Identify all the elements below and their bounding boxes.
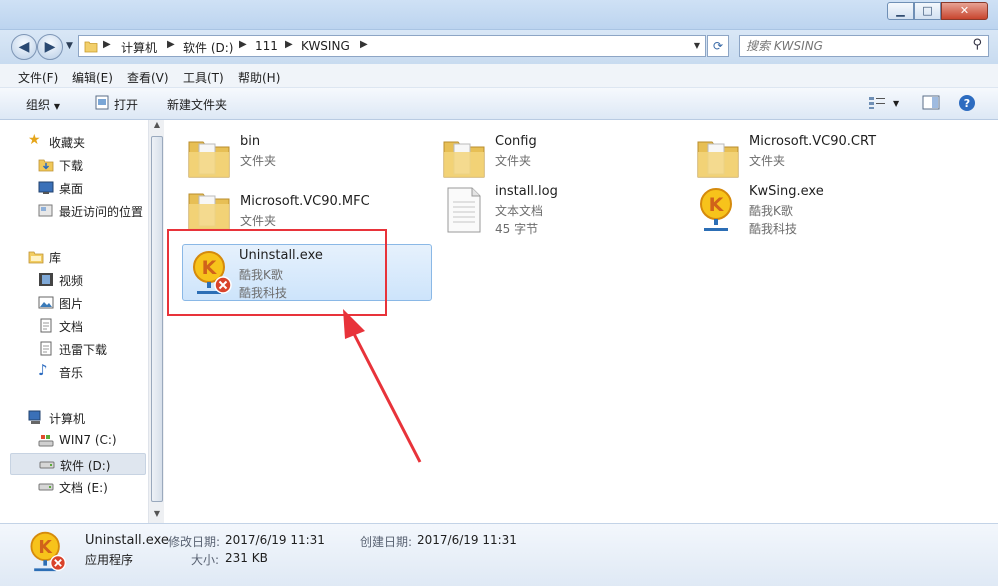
details-file-type: 应用程序	[85, 553, 134, 567]
svg-text:K: K	[38, 538, 53, 558]
annotation-arrow	[343, 309, 422, 463]
details-file-name: Uninstall.exe	[85, 533, 169, 548]
details-size-value: 231 KB	[225, 551, 268, 565]
details-pane: K Uninstall.exe 应用程序 修改日期: 2017/6/19 11:…	[0, 523, 998, 586]
uninstall-app-icon: K	[30, 531, 67, 572]
details-size-label: 大小:	[191, 553, 220, 567]
details-created-value: 2017/6/19 11:31	[417, 533, 517, 547]
details-modified-value: 2017/6/19 11:31	[225, 533, 325, 547]
details-created-label: 创建日期:	[360, 535, 413, 549]
details-modified-label: 修改日期:	[168, 535, 221, 549]
